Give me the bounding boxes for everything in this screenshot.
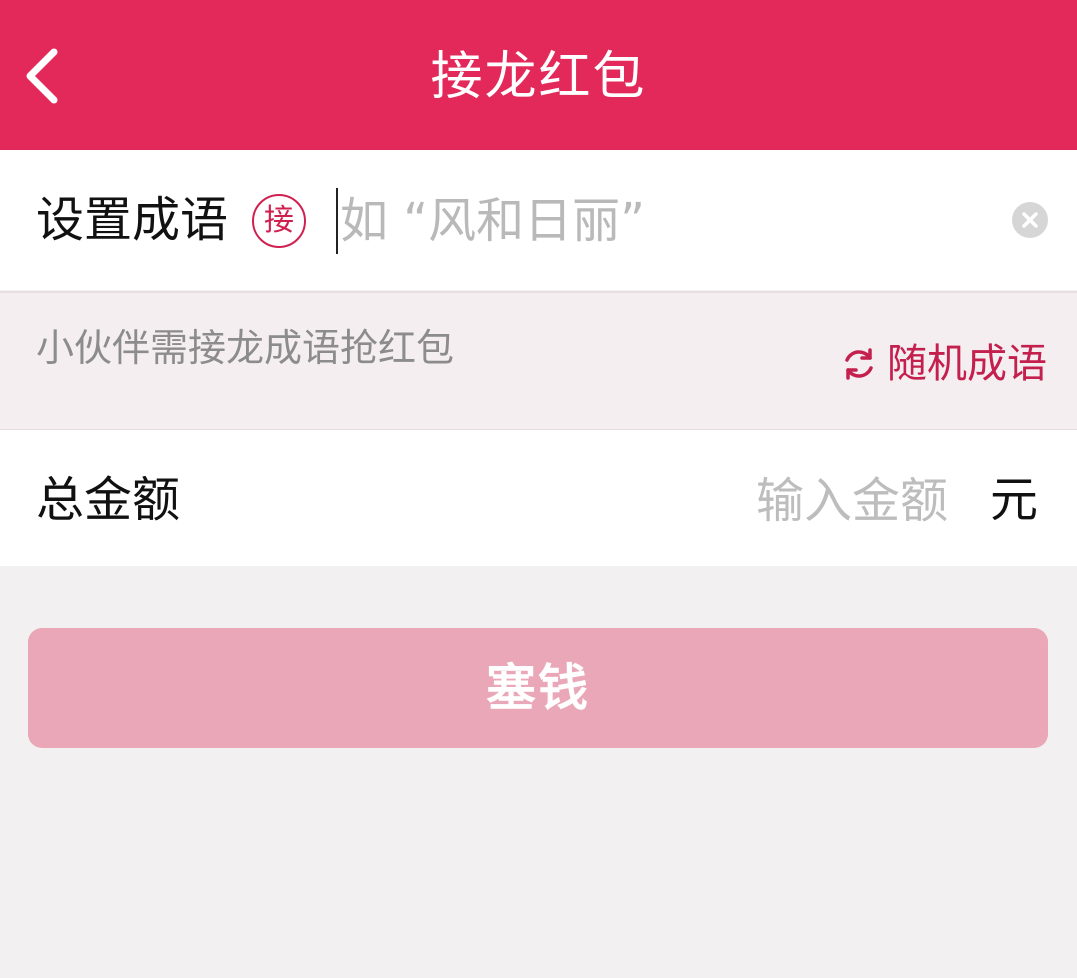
- submit-money-button[interactable]: 塞钱: [28, 628, 1048, 748]
- hint-text: 小伙伴需接龙成语抢红包: [36, 326, 455, 370]
- idiom-row: 设置成语 接: [0, 150, 1077, 290]
- title-bar: 接龙红包: [0, 0, 1077, 150]
- idiom-input[interactable]: [340, 186, 980, 256]
- idiom-label: 设置成语: [36, 192, 229, 248]
- amount-label: 总金额: [36, 472, 181, 528]
- page-title: 接龙红包: [430, 47, 647, 107]
- text-caret: [336, 188, 338, 254]
- random-idiom-label: 随机成语: [887, 341, 1047, 387]
- clear-button[interactable]: [1012, 202, 1048, 238]
- hint-row: 小伙伴需接龙成语抢红包 随机成语: [0, 291, 1077, 432]
- clear-icon: [1012, 202, 1048, 238]
- jie-badge: 接: [252, 194, 306, 248]
- amount-row: 总金额 元: [0, 430, 1077, 566]
- amount-input[interactable]: [600, 466, 948, 536]
- refresh-icon: [839, 344, 879, 384]
- random-idiom-button[interactable]: 随机成语: [839, 335, 1047, 393]
- currency-unit: 元: [990, 472, 1039, 528]
